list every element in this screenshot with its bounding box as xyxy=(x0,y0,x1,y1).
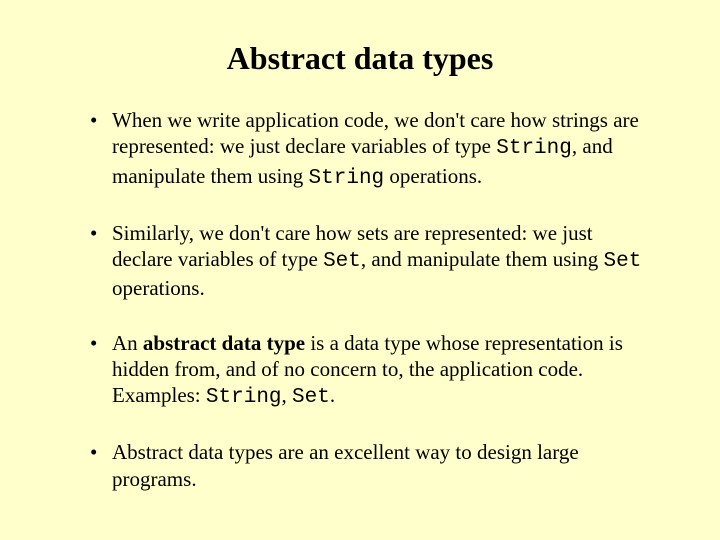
text: . xyxy=(330,383,335,407)
bullet-item: An abstract data type is a data type who… xyxy=(90,330,650,412)
bullet-item: Abstract data types are an excellent way… xyxy=(90,439,650,492)
text: Abstract data types are an excellent way… xyxy=(112,440,579,490)
bullet-list: When we write application code, we don't… xyxy=(40,107,680,492)
slide-title: Abstract data types xyxy=(40,40,680,77)
code-text: Set xyxy=(323,250,361,273)
code-text: String xyxy=(496,137,572,160)
code-text: String xyxy=(309,167,385,190)
text: , and manipulate them using xyxy=(361,247,604,271)
text: , xyxy=(282,383,293,407)
code-text: String xyxy=(206,386,282,409)
slide: Abstract data types When we write applic… xyxy=(0,0,720,540)
bullet-item: When we write application code, we don't… xyxy=(90,107,650,192)
code-text: Set xyxy=(604,250,642,273)
text: operations. xyxy=(384,164,482,188)
code-text: Set xyxy=(292,386,330,409)
text: An xyxy=(112,331,143,355)
bullet-item: Similarly, we don't care how sets are re… xyxy=(90,220,650,302)
text: operations. xyxy=(112,276,205,300)
bold-text: abstract data type xyxy=(143,331,305,355)
